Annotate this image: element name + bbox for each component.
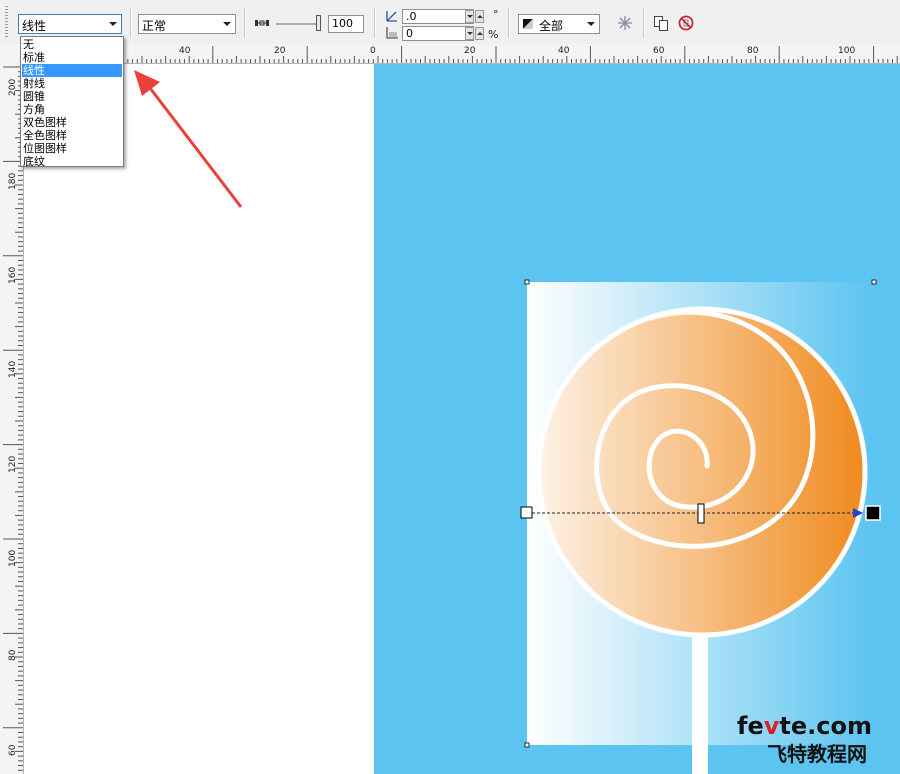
fill-type-option[interactable]: 全色图样 (22, 129, 122, 142)
watermark-domain: fevte.com (737, 712, 872, 740)
annotation-arrow-shaft (148, 87, 243, 208)
watermark-part: te.com (779, 712, 872, 740)
fill-type-option[interactable]: 射线 (22, 77, 122, 90)
watermark-part: fe (737, 712, 764, 740)
gradient-midpoint-slider[interactable] (697, 503, 705, 524)
lollipop-stick[interactable] (692, 620, 708, 774)
lollipop-artwork[interactable] (0, 0, 900, 774)
fill-type-option[interactable]: 位图图样 (22, 142, 122, 155)
fill-type-option[interactable]: 无 (22, 38, 122, 51)
fill-type-option-selected[interactable]: 线性 (22, 64, 122, 77)
selection-handle[interactable] (871, 279, 877, 285)
fill-type-option[interactable]: 标准 (22, 51, 122, 64)
fill-type-dropdown-list: 无 标准 线性 射线 圆锥 方角 双色图样 全色图样 位图图样 底纹 (20, 36, 124, 168)
candy-disc[interactable] (536, 306, 868, 638)
watermark-site-name: 飞特教程网 (767, 742, 867, 766)
watermark-logo: fevte.com 飞特教程网 (737, 712, 897, 766)
fill-type-option[interactable]: 底纹 (22, 155, 122, 168)
gradient-end-handle[interactable] (865, 505, 881, 521)
watermark-part: v (763, 712, 780, 740)
fill-type-option[interactable]: 方角 (22, 103, 122, 116)
selection-handle[interactable] (524, 742, 530, 748)
gradient-start-handle[interactable] (520, 506, 533, 519)
fill-type-option[interactable]: 圆锥 (22, 90, 122, 103)
selection-handle[interactable] (524, 279, 530, 285)
annotation-arrow-head (134, 70, 160, 96)
fill-type-option[interactable]: 双色图样 (22, 116, 122, 129)
